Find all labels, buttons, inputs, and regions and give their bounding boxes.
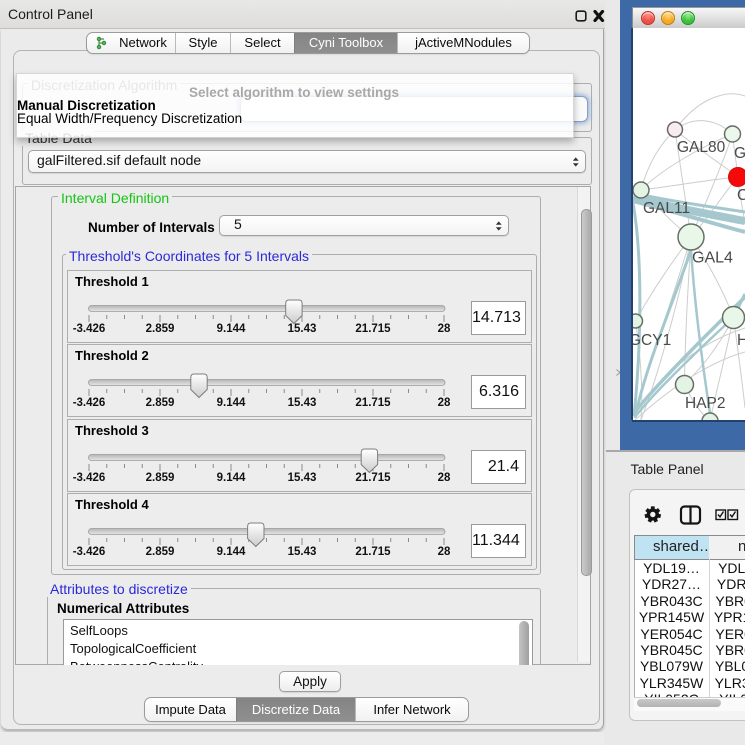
svg-text:HAP2: HAP2 xyxy=(685,395,726,412)
svg-text:21.715: 21.715 xyxy=(355,546,391,558)
svg-text:9.144: 9.144 xyxy=(217,397,246,409)
svg-text:GAL80: GAL80 xyxy=(677,139,726,156)
svg-text:15.43: 15.43 xyxy=(288,323,317,335)
svg-text:21.715: 21.715 xyxy=(355,397,391,409)
svg-text:C: C xyxy=(737,187,745,204)
svg-text:28: 28 xyxy=(438,323,451,335)
svg-text:9.144: 9.144 xyxy=(217,472,246,484)
svg-text:2.859: 2.859 xyxy=(146,546,175,558)
svg-text:2.859: 2.859 xyxy=(146,323,175,335)
svg-text:28: 28 xyxy=(438,546,451,558)
svg-text:28: 28 xyxy=(438,472,451,484)
svg-text:9.144: 9.144 xyxy=(217,546,246,558)
svg-text:21.715: 21.715 xyxy=(355,323,391,335)
svg-text:2.859: 2.859 xyxy=(146,472,175,484)
svg-text:15.43: 15.43 xyxy=(288,546,317,558)
svg-text:H: H xyxy=(737,332,745,349)
svg-text:GCY1: GCY1 xyxy=(633,332,671,349)
svg-text:2.859: 2.859 xyxy=(146,397,175,409)
svg-text:-3.426: -3.426 xyxy=(73,397,106,409)
svg-text:-3.426: -3.426 xyxy=(73,546,106,558)
svg-text:28: 28 xyxy=(438,397,451,409)
svg-text:G: G xyxy=(734,145,745,162)
svg-text:15.43: 15.43 xyxy=(288,472,317,484)
svg-text:9.144: 9.144 xyxy=(217,323,246,335)
svg-text:GAL11: GAL11 xyxy=(643,200,690,217)
svg-text:-3.426: -3.426 xyxy=(73,472,106,484)
svg-text:15.43: 15.43 xyxy=(288,397,317,409)
svg-text:21.715: 21.715 xyxy=(355,472,391,484)
svg-text:GAL4: GAL4 xyxy=(692,250,733,267)
svg-text:-3.426: -3.426 xyxy=(73,323,106,335)
